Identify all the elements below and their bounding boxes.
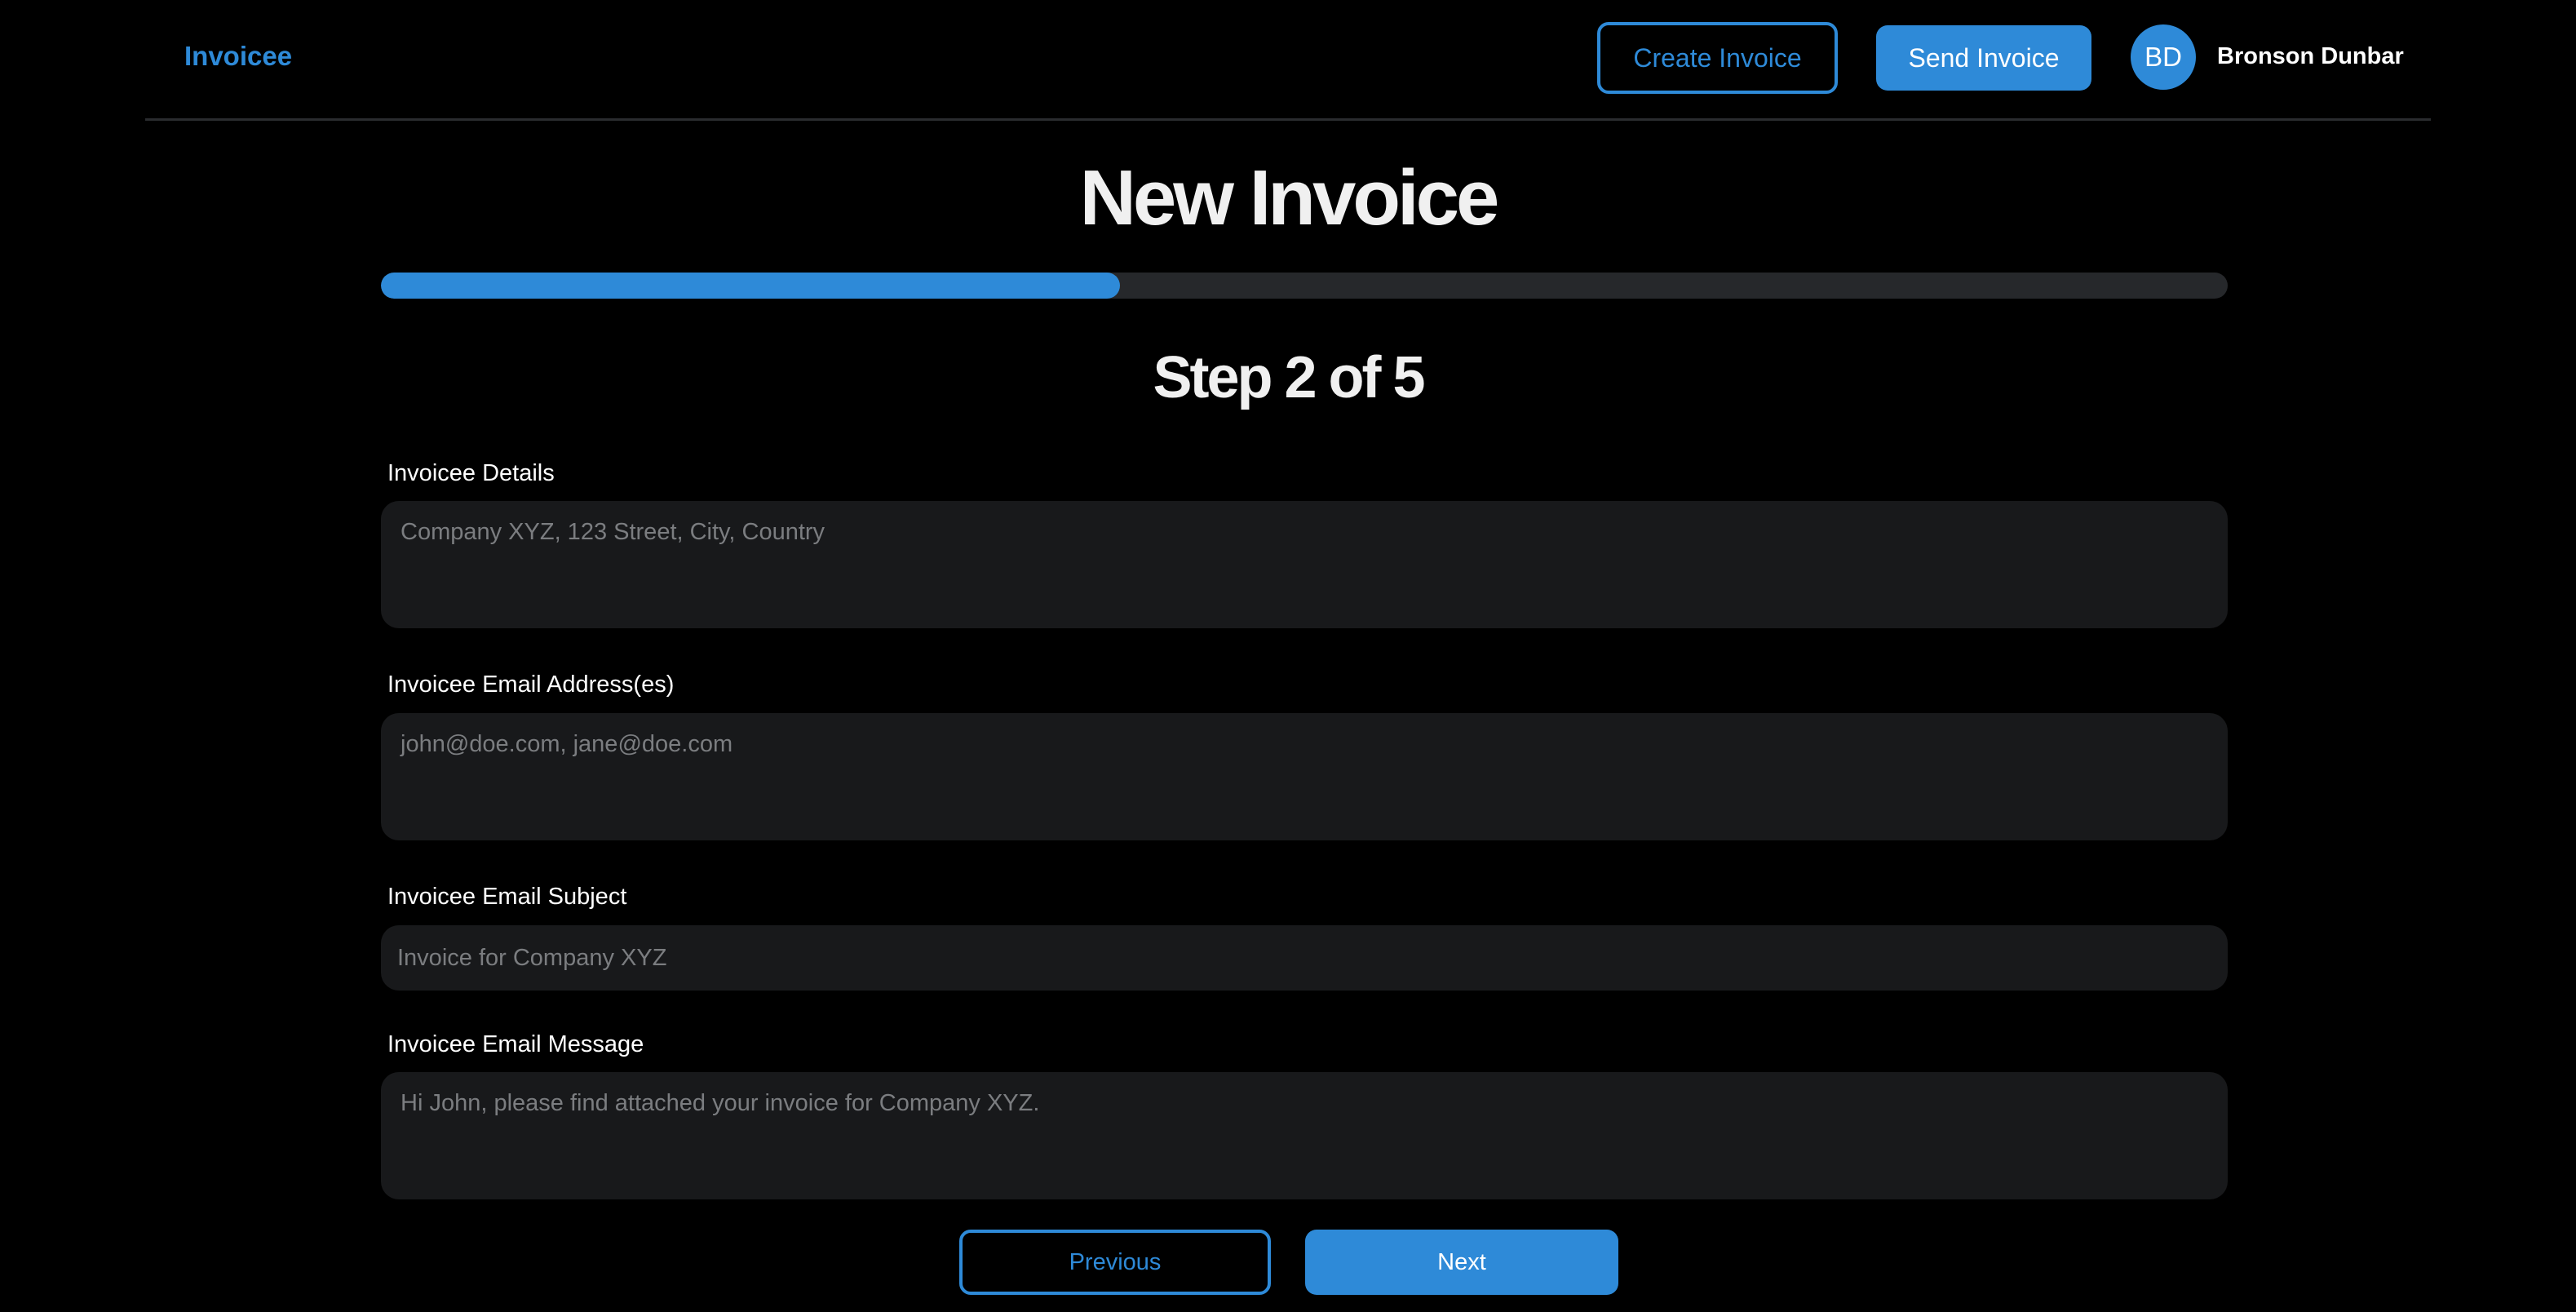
send-invoice-button[interactable]: Send Invoice: [1876, 25, 2091, 91]
next-button[interactable]: Next: [1305, 1230, 1618, 1295]
progress-fill: [381, 273, 1120, 299]
invoicee-details-label: Invoicee Details: [387, 460, 555, 486]
invoicee-subject-label: Invoicee Email Subject: [387, 884, 627, 910]
invoicee-email-label: Invoicee Email Address(es): [387, 672, 675, 698]
page-title: New Invoice: [1079, 154, 1500, 242]
create-invoice-button[interactable]: Create Invoice: [1597, 22, 1838, 94]
progress-bar: [381, 273, 2228, 299]
avatar[interactable]: BD: [2131, 24, 2196, 90]
user-name: Bronson Dunbar: [2217, 43, 2404, 69]
previous-button[interactable]: Previous: [959, 1230, 1271, 1295]
invoicee-message-field[interactable]: [381, 1072, 2228, 1199]
invoicee-email-field[interactable]: [381, 713, 2228, 840]
invoicee-message-label: Invoicee Email Message: [387, 1031, 644, 1057]
step-indicator: Step 2 of 5: [1153, 345, 1425, 410]
top-navbar: Invoicee Create Invoice Send Invoice BD …: [145, 0, 2431, 121]
brand-link[interactable]: Invoicee: [184, 41, 292, 72]
new-invoice-page: Invoicee Create Invoice Send Invoice BD …: [0, 0, 2576, 1312]
invoicee-subject-field[interactable]: [381, 925, 2228, 991]
invoicee-details-field[interactable]: [381, 501, 2228, 628]
